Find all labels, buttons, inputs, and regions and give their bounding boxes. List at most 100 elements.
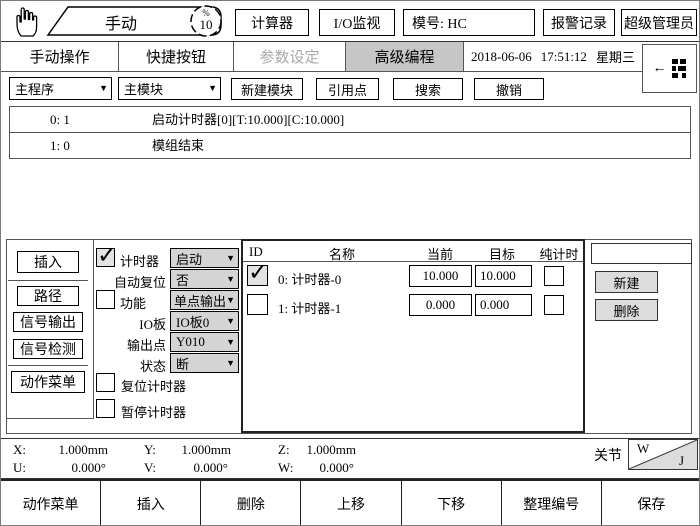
bottom-save-button[interactable]: 保存 <box>602 481 700 526</box>
timer-row-name: 0: 计时器-0 <box>278 269 341 288</box>
io-board-label: IO板 <box>96 314 166 333</box>
bottom-bar: 动作菜单 插入 删除 上移 下移 整理编号 保存 <box>1 479 700 526</box>
io-board-select[interactable]: IO板0 ▼ <box>170 311 239 331</box>
function-checkbox[interactable] <box>96 290 115 309</box>
program-select[interactable]: 主程序 ▼ <box>9 77 112 100</box>
search-button[interactable]: 搜索 <box>393 78 463 100</box>
program-list: 0: 1 启动计时器[0][T:10.000][C:10.000] 1: 0 模… <box>9 106 691 159</box>
joint-label: 关节 <box>594 445 622 465</box>
pure-timing-checkbox[interactable] <box>544 295 564 315</box>
new-timer-button[interactable]: 新建 <box>595 271 658 293</box>
program-row-index: 1: 0 <box>50 133 70 159</box>
reference-point-button[interactable]: 引用点 <box>316 78 379 100</box>
frame-joint-label: J <box>679 453 684 469</box>
timer-state-select[interactable]: 启动 ▼ <box>170 248 239 268</box>
coordinate-frame-toggle[interactable]: W J <box>628 439 698 470</box>
top-bar: 手动 % 10 计算器 I/O监视 模号: HC 报警记录 超级管理员 <box>1 1 699 42</box>
program-select-value: 主程序 <box>15 79 54 98</box>
chevron-down-icon: ▼ <box>208 84 217 93</box>
timer-name-input[interactable] <box>591 243 692 264</box>
reset-timer-checkbox[interactable] <box>96 373 115 392</box>
timer-state-value: 启动 <box>176 249 202 268</box>
screen-switch-icon <box>671 59 687 79</box>
module-select[interactable]: 主模块 ▼ <box>118 77 221 100</box>
tab-advanced-programming[interactable]: 高级编程 <box>346 42 464 71</box>
divider <box>8 280 88 281</box>
frame-world-label: W <box>637 441 649 457</box>
timer-label: 计时器 <box>120 251 159 270</box>
output-point-label: 输出点 <box>96 335 166 354</box>
auto-reset-value: 否 <box>176 270 189 289</box>
axis-value: 0.000° <box>41 460 106 476</box>
chevron-down-icon: ▼ <box>226 338 235 347</box>
date-label: 2018-06-06 <box>471 49 532 65</box>
bottom-move-down-button[interactable]: 下移 <box>402 481 502 526</box>
auto-reset-label: 自动复位 <box>96 272 166 291</box>
pause-timer-checkbox[interactable] <box>96 399 115 418</box>
io-monitor-button[interactable]: I/O监视 <box>319 9 395 36</box>
axis-label: W: <box>278 460 293 476</box>
table-header-underline <box>243 261 583 262</box>
state-select[interactable]: 断 ▼ <box>170 353 239 373</box>
delete-timer-button[interactable]: 删除 <box>595 299 658 321</box>
hand-cursor-icon <box>9 3 43 39</box>
timer-row-name: 1: 计时器-1 <box>278 298 341 317</box>
alarm-log-button[interactable]: 报警记录 <box>543 9 615 36</box>
program-row-text: 启动计时器[0][T:10.000][C:10.000] <box>152 107 344 133</box>
chevron-down-icon: ▼ <box>99 84 108 93</box>
axis-label: V: <box>144 460 156 476</box>
axis-value: 1.000mm <box>306 442 356 458</box>
tab-parameter-settings[interactable]: 参数设定 <box>234 42 346 71</box>
io-board-value: IO板0 <box>176 312 209 331</box>
signal-output-button[interactable]: 信号输出 <box>13 312 83 332</box>
pause-timer-label: 暂停计时器 <box>121 402 186 421</box>
chevron-down-icon: ▼ <box>226 254 235 263</box>
axis-value: 0.000° <box>173 460 228 476</box>
reset-timer-label: 复位计时器 <box>121 376 186 395</box>
program-list-row[interactable]: 0: 1 启动计时器[0][T:10.000][C:10.000] <box>10 107 690 133</box>
program-list-row[interactable]: 1: 0 模组结束 <box>10 133 690 159</box>
datetime-area: 2018-06-06 17:51:12 星期三 <box>464 42 642 71</box>
action-menu-button[interactable]: 动作菜单 <box>11 371 85 393</box>
timer-target-input[interactable]: 10.000 <box>475 265 532 287</box>
chevron-down-icon: ▼ <box>226 317 235 326</box>
auto-reset-select[interactable]: 否 ▼ <box>170 269 239 289</box>
chevron-down-icon: ▼ <box>226 296 235 305</box>
tab-quick-buttons[interactable]: 快捷按钮 <box>119 42 234 71</box>
timer-row-checkbox[interactable] <box>247 294 268 315</box>
function-value: 单点输出 <box>174 291 226 310</box>
output-point-select[interactable]: Y010 ▼ <box>170 332 239 352</box>
user-role-button[interactable]: 超级管理员 <box>621 9 697 36</box>
bottom-insert-button[interactable]: 插入 <box>101 481 201 526</box>
bottom-move-up-button[interactable]: 上移 <box>301 481 401 526</box>
chevron-down-icon: ▼ <box>226 275 235 284</box>
bottom-action-menu-button[interactable]: 动作菜单 <box>1 481 101 526</box>
timer-current-input[interactable]: 10.000 <box>409 265 472 287</box>
pure-timing-checkbox[interactable] <box>544 266 564 286</box>
timer-target-input[interactable]: 0.000 <box>475 294 532 316</box>
output-point-value: Y010 <box>176 334 205 350</box>
timer-checkbox[interactable] <box>96 248 115 267</box>
tab-manual-operation[interactable]: 手动操作 <box>1 42 119 71</box>
axis-label: X: <box>13 442 26 458</box>
axis-label: Y: <box>144 442 156 458</box>
chevron-down-icon: ▼ <box>226 359 235 368</box>
axis-value: 0.000° <box>306 460 354 476</box>
model-number-box: 模号: HC <box>403 9 535 36</box>
bottom-renumber-button[interactable]: 整理编号 <box>502 481 602 526</box>
signal-detect-button[interactable]: 信号检测 <box>13 339 83 359</box>
bottom-delete-button[interactable]: 删除 <box>201 481 301 526</box>
left-arrow-icon: ← <box>653 61 667 77</box>
axis-value: 1.000mm <box>173 442 231 458</box>
time-label: 17:51:12 <box>541 49 587 65</box>
calculator-button[interactable]: 计算器 <box>235 9 309 36</box>
undo-button[interactable]: 撤销 <box>474 78 544 100</box>
path-action-button[interactable]: 路径 <box>17 286 79 306</box>
screen-switch-button[interactable]: ← <box>642 44 697 93</box>
insert-action-button[interactable]: 插入 <box>17 251 79 273</box>
timer-row-checkbox[interactable] <box>247 265 268 286</box>
new-module-button[interactable]: 新建模块 <box>231 78 303 100</box>
speed-value: 10 <box>196 17 216 33</box>
function-select[interactable]: 单点输出 ▼ <box>170 290 239 310</box>
timer-current-input[interactable]: 0.000 <box>409 294 472 316</box>
